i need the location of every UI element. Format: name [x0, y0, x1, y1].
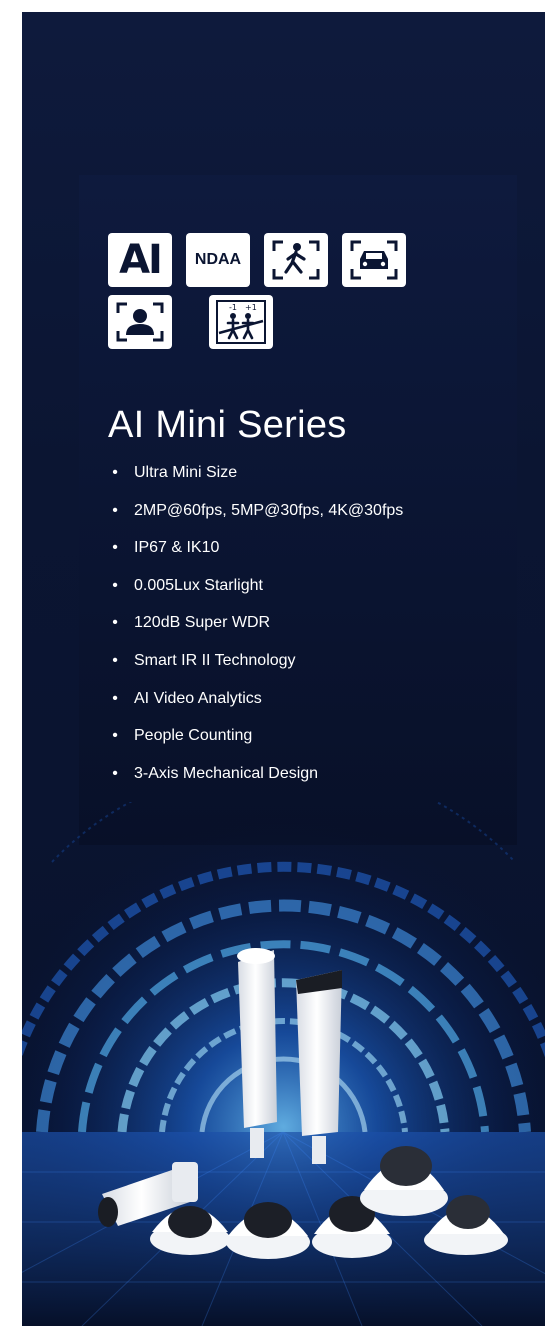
- feature-item: • AI Video Analytics: [108, 688, 403, 726]
- bullet: •: [112, 651, 118, 669]
- feature-text: Smart IR II Technology: [134, 651, 296, 669]
- vehicle-detection-badge: [342, 233, 406, 287]
- feature-item: • 0.005Lux Starlight: [108, 575, 403, 613]
- bullet: •: [112, 764, 118, 782]
- human-detection-badge: [264, 233, 328, 287]
- feature-text: IP67 & IK10: [134, 539, 220, 557]
- feature-text: AI Video Analytics: [134, 689, 262, 707]
- svg-text:-1: -1: [229, 303, 237, 312]
- bullet: •: [112, 464, 118, 481]
- feature-item: • 2MP@60fps, 5MP@30fps, 4K@30fps: [108, 500, 403, 538]
- bullet: •: [112, 576, 118, 594]
- feature-item: • Smart IR II Technology: [108, 650, 403, 688]
- feature-text: 0.005Lux Starlight: [134, 576, 263, 594]
- feature-item: • 3-Axis Mechanical Design: [108, 763, 403, 801]
- feature-text: People Counting: [134, 727, 253, 745]
- feature-item: • Ultra Mini Size: [108, 462, 403, 500]
- people-counting-icon: -1 +1: [216, 300, 266, 344]
- camera-lineup-illustration: [22, 802, 545, 1326]
- bullet: •: [112, 501, 118, 519]
- bullet: •: [112, 689, 118, 707]
- ai-badge: AI: [108, 233, 172, 287]
- feature-text: Ultra Mini Size: [134, 464, 238, 481]
- product-banner: AI NDAA -1 +1 AI Mini Series • Ultra Min…: [22, 12, 545, 1326]
- feature-text: 3-Axis Mechanical Design: [134, 764, 319, 782]
- face-detection-badge: [108, 295, 172, 349]
- feature-item: • IP67 & IK10: [108, 537, 403, 575]
- people-counting-badge: -1 +1: [209, 295, 273, 349]
- ai-logo-icon: AI: [119, 237, 163, 283]
- bullet: •: [112, 539, 118, 557]
- feature-text: 2MP@60fps, 5MP@30fps, 4K@30fps: [134, 501, 404, 519]
- series-title: AI Mini Series: [108, 404, 347, 446]
- feature-list: • Ultra Mini Size • 2MP@60fps, 5MP@30fps, …: [108, 462, 403, 800]
- feature-item: • 120dB Super WDR: [108, 612, 403, 650]
- ndaa-badge: NDAA: [186, 233, 250, 287]
- feature-text: 120dB Super WDR: [134, 614, 271, 632]
- car-icon: [350, 240, 398, 280]
- person-bust-icon: [116, 302, 164, 342]
- bullet: •: [112, 727, 118, 745]
- ndaa-label: NDAA: [194, 251, 242, 268]
- walking-person-icon: [272, 240, 320, 280]
- feature-item: • People Counting: [108, 725, 403, 763]
- svg-text:+1: +1: [245, 303, 257, 312]
- bullet: •: [112, 614, 118, 632]
